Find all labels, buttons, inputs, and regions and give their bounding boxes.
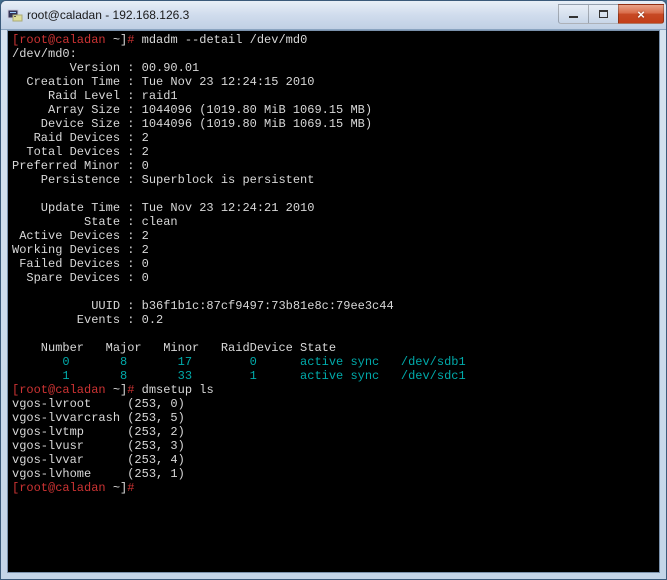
prompt-userhost: [root@caladan xyxy=(12,383,106,397)
table-row: 1 8 33 1 active sync /dev/sdc1 xyxy=(12,369,466,383)
table-row: 0 8 17 0 active sync /dev/sdb1 xyxy=(12,355,466,369)
terminal-content: [root@caladan ~]# mdadm --detail /dev/md… xyxy=(12,33,659,495)
putty-icon xyxy=(7,7,23,23)
putty-window: root@caladan - 192.168.126.3 × [root@cal… xyxy=(0,0,667,580)
mdadm-detail-8: Persistence : Superblock is persistent xyxy=(12,173,314,187)
maximize-button[interactable] xyxy=(588,4,618,24)
mdadm-detail-11: State : clean xyxy=(12,215,178,229)
command-mdadm: mdadm --detail /dev/md0 xyxy=(134,33,307,47)
command-dmsetup: dmsetup ls xyxy=(134,383,213,397)
mdadm-detail-7: Preferred Minor : 0 xyxy=(12,159,149,173)
mdadm-detail-3: Array Size : 1044096 (1019.80 MiB 1069.1… xyxy=(12,103,372,117)
mdadm-detail-2: Raid Level : raid1 xyxy=(12,89,178,103)
prompt-cwd: ~] xyxy=(106,383,128,397)
mdadm-table-header: Number Major Minor RaidDevice State xyxy=(12,341,336,355)
list-item: vgos-lvusr (253, 3) xyxy=(12,439,185,453)
list-item: vgos-lvroot (253, 0) xyxy=(12,397,185,411)
terminal[interactable]: [root@caladan ~]# mdadm --detail /dev/md… xyxy=(8,31,659,572)
list-item: vgos-lvtmp (253, 2) xyxy=(12,425,185,439)
mdadm-detail-10: Update Time : Tue Nov 23 12:24:21 2010 xyxy=(12,201,314,215)
mdadm-detail-13: Working Devices : 2 xyxy=(12,243,149,257)
mdadm-detail-14: Failed Devices : 0 xyxy=(12,257,149,271)
prompt-userhost: [root@caladan xyxy=(12,33,106,47)
close-button[interactable]: × xyxy=(618,4,664,24)
mdadm-detail-12: Active Devices : 2 xyxy=(12,229,149,243)
mdadm-detail-15: Spare Devices : 0 xyxy=(12,271,149,285)
mdadm-detail-18: Events : 0.2 xyxy=(12,313,163,327)
list-item: vgos-lvvarcrash (253, 5) xyxy=(12,411,185,425)
mdadm-device: /dev/md0: xyxy=(12,47,77,61)
prompt-hash: # xyxy=(127,481,134,495)
prompt-cwd: ~] xyxy=(106,481,128,495)
mdadm-detail-4: Device Size : 1044096 (1019.80 MiB 1069.… xyxy=(12,117,372,131)
prompt-cwd: ~] xyxy=(106,33,128,47)
terminal-frame: [root@caladan ~]# mdadm --detail /dev/md… xyxy=(7,30,660,573)
mdadm-detail-17: UUID : b36f1b1c:87cf9497:73b81e8c:79ee3c… xyxy=(12,299,394,313)
mdadm-detail-6: Total Devices : 2 xyxy=(12,145,149,159)
mdadm-detail-0: Version : 00.90.01 xyxy=(12,61,199,75)
list-item: vgos-lvhome (253, 1) xyxy=(12,467,185,481)
prompt-userhost: [root@caladan xyxy=(12,481,106,495)
window-title: root@caladan - 192.168.126.3 xyxy=(27,8,558,22)
minimize-button[interactable] xyxy=(558,4,588,24)
mdadm-detail-5: Raid Devices : 2 xyxy=(12,131,149,145)
mdadm-detail-1: Creation Time : Tue Nov 23 12:24:15 2010 xyxy=(12,75,314,89)
titlebar[interactable]: root@caladan - 192.168.126.3 × xyxy=(1,1,666,30)
list-item: vgos-lvvar (253, 4) xyxy=(12,453,185,467)
window-controls: × xyxy=(558,4,664,24)
